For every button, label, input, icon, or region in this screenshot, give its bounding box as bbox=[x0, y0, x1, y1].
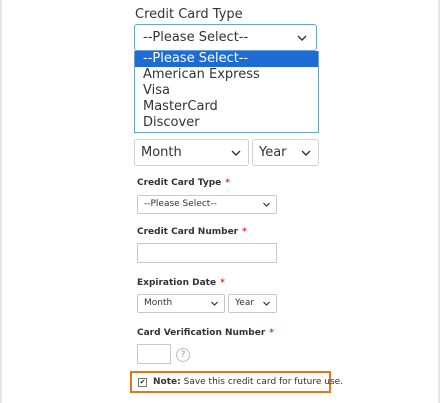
zoomed-year-select[interactable]: Year bbox=[252, 139, 319, 166]
expiration-year-select[interactable]: Year bbox=[228, 294, 277, 313]
cc-number-input[interactable] bbox=[137, 243, 277, 263]
zoomed-cc-type-options-list: --Please Select-- American Express Visa … bbox=[134, 51, 319, 133]
zoomed-cc-type-label: Credit Card Type bbox=[135, 7, 243, 22]
option-please-select[interactable]: --Please Select-- bbox=[135, 51, 318, 67]
cc-type-label: Credit Card Type * bbox=[137, 178, 230, 188]
chevron-down-icon bbox=[263, 202, 270, 207]
option-american-express[interactable]: American Express bbox=[135, 67, 318, 83]
expiration-month-value: Month bbox=[144, 298, 173, 308]
required-marker: * bbox=[220, 278, 225, 288]
expiration-year-value: Year bbox=[235, 298, 255, 308]
save-card-checkbox[interactable]: ✔ bbox=[138, 378, 147, 387]
save-card-label: Note: Save this credit card for future u… bbox=[153, 377, 343, 387]
save-card-highlight: ✔ Note: Save this credit card for future… bbox=[130, 371, 343, 393]
cvv-label: Card Verification Number * bbox=[137, 328, 274, 338]
zoomed-cc-type-value: --Please Select-- bbox=[143, 30, 249, 45]
required-marker: * bbox=[242, 227, 247, 237]
zoomed-month-select[interactable]: Month bbox=[134, 139, 249, 166]
required-marker: * bbox=[225, 178, 231, 188]
cc-type-value: --Please Select-- bbox=[144, 199, 217, 209]
help-question-icon[interactable]: ? bbox=[176, 348, 190, 362]
chevron-down-icon bbox=[301, 150, 311, 156]
chevron-down-icon bbox=[211, 301, 218, 306]
required-marker: * bbox=[269, 328, 275, 338]
expiration-date-label: Expiration Date * bbox=[137, 278, 225, 288]
cc-type-label-text: Credit Card Type bbox=[137, 178, 222, 188]
cvv-label-text: Card Verification Number bbox=[137, 328, 266, 338]
option-discover[interactable]: Discover bbox=[135, 115, 318, 131]
chevron-down-icon bbox=[231, 150, 241, 156]
option-visa[interactable]: Visa bbox=[135, 83, 318, 99]
frame-left-border bbox=[0, 0, 2, 403]
frame-right-border bbox=[438, 0, 440, 403]
zoomed-month-value: Month bbox=[141, 145, 182, 160]
expiration-date-label-text: Expiration Date bbox=[137, 278, 217, 288]
cc-number-label: Credit Card Number * bbox=[137, 227, 247, 237]
option-mastercard[interactable]: MasterCard bbox=[135, 99, 318, 115]
cvv-input[interactable] bbox=[137, 344, 171, 364]
expiration-month-select[interactable]: Month bbox=[137, 294, 225, 313]
cc-type-select[interactable]: --Please Select-- bbox=[137, 195, 277, 214]
cc-number-label-text: Credit Card Number bbox=[137, 227, 239, 237]
note-strong-text: Note: bbox=[153, 377, 181, 387]
zoomed-year-value: Year bbox=[259, 145, 287, 160]
note-text: Save this credit card for future use. bbox=[183, 377, 344, 387]
zoomed-cc-type-select[interactable]: --Please Select-- bbox=[134, 24, 317, 51]
chevron-down-icon bbox=[263, 301, 270, 306]
chevron-down-icon bbox=[297, 35, 307, 41]
